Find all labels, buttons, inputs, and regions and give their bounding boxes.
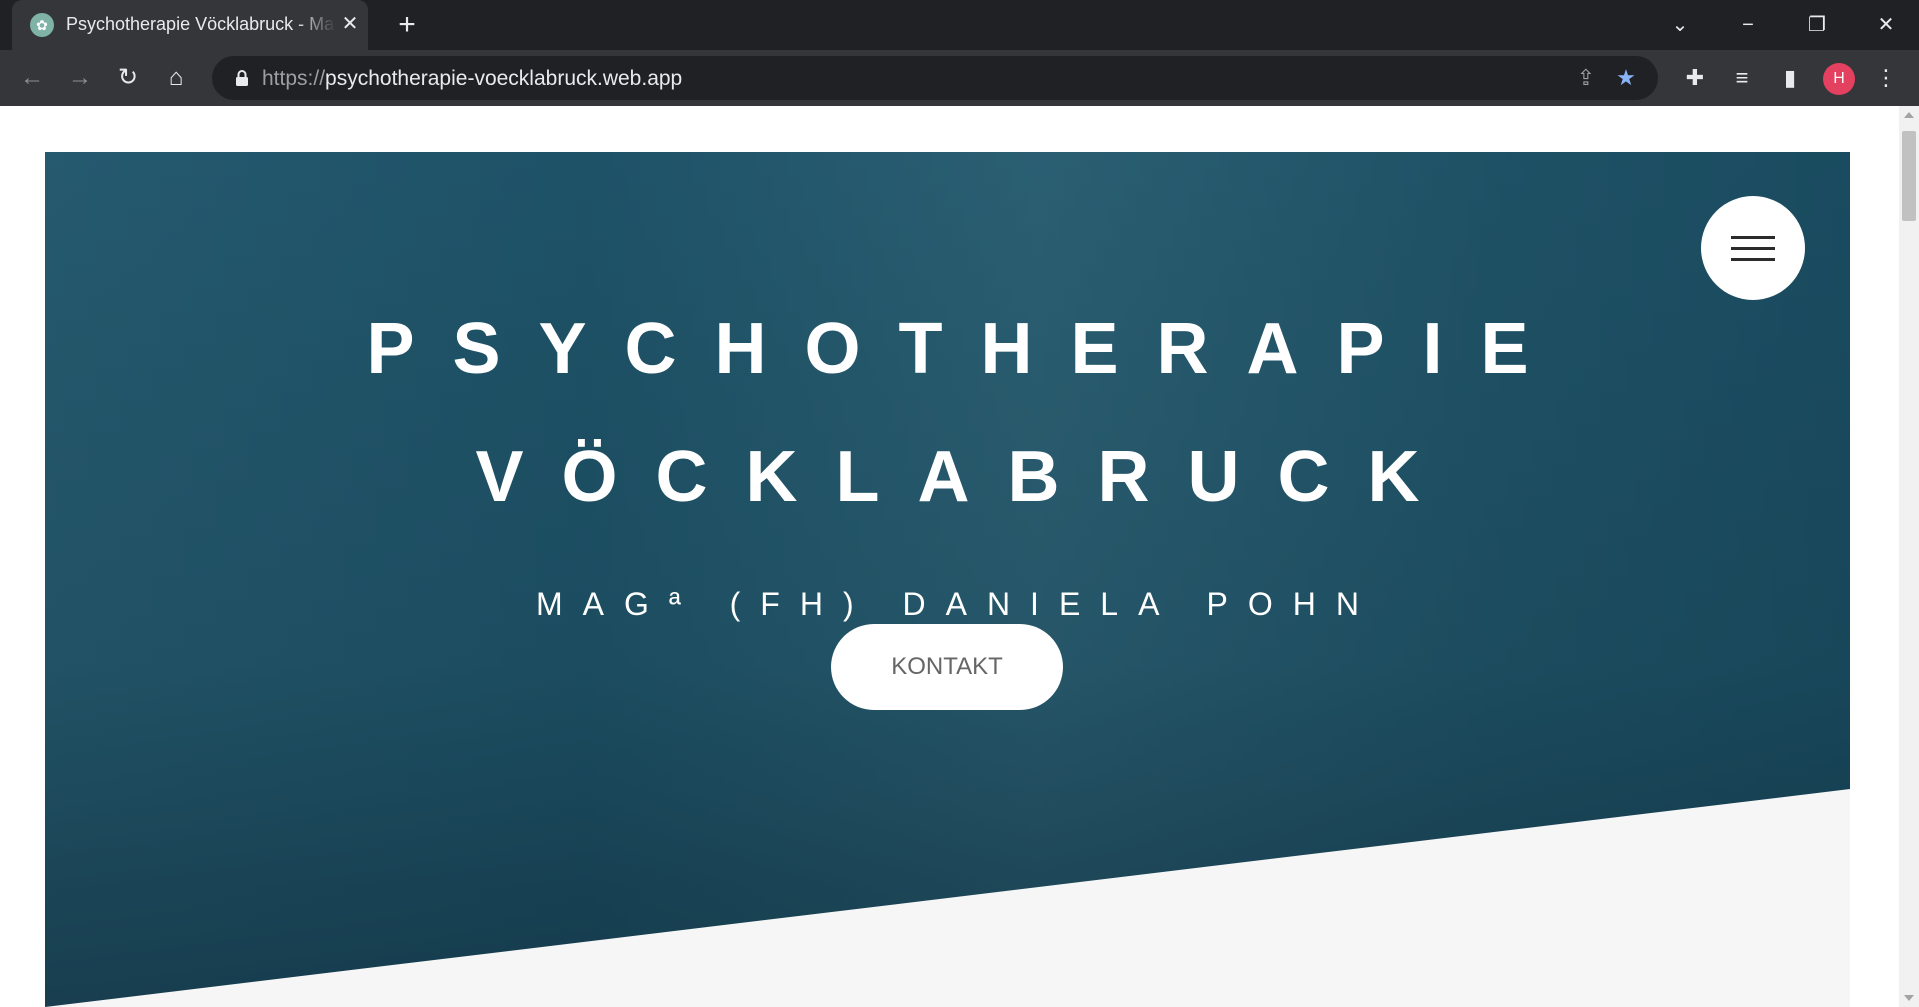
profile-avatar[interactable]: H <box>1823 63 1855 95</box>
menu-button[interactable] <box>1701 196 1805 300</box>
browser-tab[interactable]: ✿ Psychotherapie Vöcklabruck - Magª (FH)… <box>12 0 368 50</box>
more-kebab-icon[interactable]: ⋮ <box>1870 62 1902 94</box>
address-bar[interactable]: https://psychotherapie-voecklabruck.web.… <box>212 56 1658 100</box>
kontakt-button[interactable]: KONTAKT <box>831 624 1063 710</box>
back-arrow-icon[interactable]: ← <box>16 62 48 94</box>
bookmark-star-icon[interactable]: ★ <box>1612 64 1640 92</box>
browser-toolbar: ← → ↻ ⌂ https://psychotherapie-voecklabr… <box>0 50 1919 106</box>
tab-search-chevron-down-icon[interactable]: ⌄ <box>1660 8 1700 42</box>
scroll-down-arrow-icon[interactable] <box>1904 995 1914 1001</box>
page-scrollbar[interactable] <box>1899 106 1919 1007</box>
hero-subtitle: MAGª (FH) DANIELA POHN <box>536 586 1379 622</box>
share-icon[interactable]: ⇪ <box>1572 64 1600 92</box>
new-tab-icon[interactable]: + <box>390 8 424 42</box>
hero-title-line-2: VÖCKLABRUCK <box>475 437 1458 517</box>
forward-arrow-icon[interactable]: → <box>64 62 96 94</box>
tab-title: Psychotherapie Vöcklabruck - Magª (FH) D… <box>66 14 336 35</box>
side-panel-icon[interactable]: ▮ <box>1774 62 1806 94</box>
close-window-icon[interactable]: ✕ <box>1866 8 1906 42</box>
close-tab-icon[interactable]: ✕ <box>338 12 362 36</box>
home-icon[interactable]: ⌂ <box>160 62 192 94</box>
lock-icon <box>236 70 248 86</box>
scroll-up-arrow-icon[interactable] <box>1904 112 1914 118</box>
reload-icon[interactable]: ↻ <box>112 62 144 94</box>
restore-icon[interactable]: ❐ <box>1797 8 1837 42</box>
url-text: https://psychotherapie-voecklabruck.web.… <box>262 67 683 90</box>
favicon-icon: ✿ <box>30 13 54 37</box>
tab-strip: ✿ Psychotherapie Vöcklabruck - Magª (FH)… <box>0 0 1919 50</box>
page-viewport: PSYCHOTHERAPIE VÖCKLABRUCK MAGª (FH) DAN… <box>0 106 1899 1007</box>
media-queue-icon[interactable]: ≡ <box>1726 62 1758 94</box>
hero-title-line-1: PSYCHOTHERAPIE <box>366 309 1567 389</box>
scrollbar-thumb[interactable] <box>1902 131 1916 221</box>
hero-slant-divider <box>45 789 1850 1007</box>
hero-section: PSYCHOTHERAPIE VÖCKLABRUCK MAGª (FH) DAN… <box>45 152 1850 1007</box>
extensions-puzzle-icon[interactable]: ✚ <box>1679 62 1711 94</box>
minimize-icon[interactable]: − <box>1728 8 1768 42</box>
